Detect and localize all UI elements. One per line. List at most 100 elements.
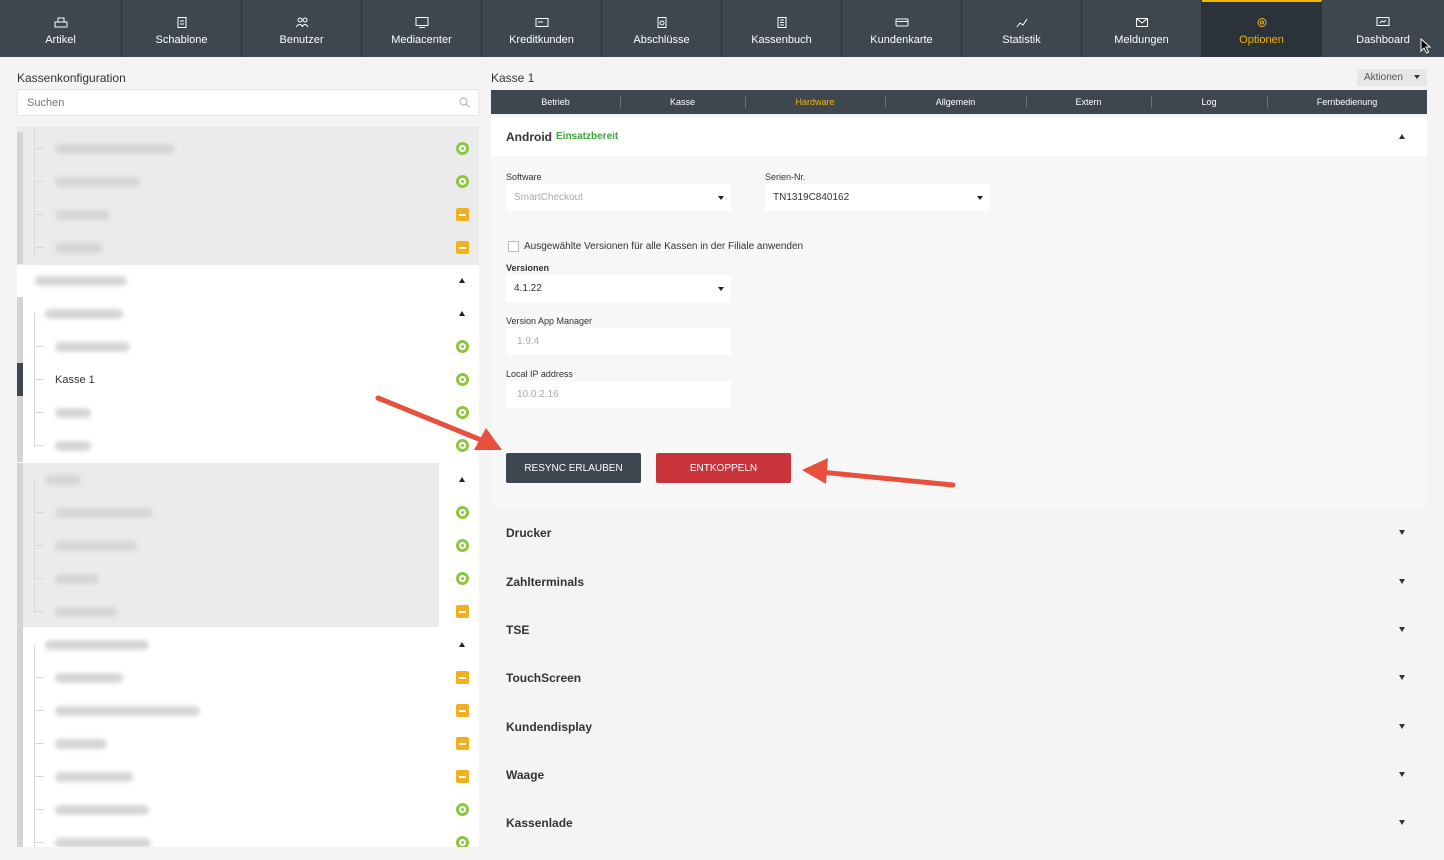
status-warning-icon	[456, 605, 469, 618]
tree-item-marker	[17, 628, 23, 661]
tree-item[interactable]	[17, 132, 479, 165]
nav-dashboard[interactable]: Dashboard	[1322, 0, 1444, 57]
software-select[interactable]: SmartCheckout	[506, 184, 731, 211]
monitor-icon	[415, 17, 428, 28]
section-tse[interactable]: TSE	[491, 610, 1427, 650]
tree-branch	[34, 346, 44, 347]
tree-item[interactable]	[17, 529, 479, 562]
tree-item-marker	[17, 132, 23, 165]
resync-allow-button[interactable]: RESYNC ERLAUBEN	[506, 453, 641, 483]
section-zahlterminals[interactable]: Zahlterminals	[491, 562, 1427, 602]
collapse-icon[interactable]	[459, 311, 465, 316]
search-input[interactable]	[18, 90, 448, 115]
redacted-label	[55, 540, 137, 551]
actions-label: Aktionen	[1364, 72, 1403, 83]
nav-benutzer[interactable]: Benutzer	[242, 0, 362, 57]
nav-abschluesse[interactable]: Abschlüsse	[602, 0, 722, 57]
tree-subgroup-header[interactable]	[17, 628, 479, 661]
android-section-header[interactable]: Android Einsatzbereit	[491, 117, 1427, 156]
tree-subgroup-header[interactable]	[17, 297, 479, 330]
tree-subgroup-header[interactable]	[17, 463, 479, 496]
tab-allgemein[interactable]: Allgemein	[885, 90, 1026, 114]
section-waage[interactable]: Waage	[491, 755, 1427, 795]
tree-branch	[34, 379, 44, 380]
nav-meldungen[interactable]: Meldungen	[1082, 0, 1202, 57]
nav-artikel[interactable]: Artikel	[0, 0, 122, 57]
section-header: Kundendisplay	[491, 707, 1427, 747]
chevron-down-icon	[1414, 75, 1420, 79]
tree-item[interactable]	[17, 330, 479, 363]
tree-group-header[interactable]	[17, 264, 479, 297]
tree-item[interactable]	[17, 826, 479, 847]
tab-label: Allgemein	[935, 97, 976, 107]
tree-branch	[34, 148, 44, 149]
status-ok-icon	[456, 506, 469, 519]
tab-extern[interactable]: Extern	[1026, 90, 1151, 114]
serial-select[interactable]: TN1319C840162	[765, 184, 990, 211]
actions-dropdown[interactable]: Aktionen	[1357, 69, 1427, 86]
tab-hardware[interactable]: Hardware	[745, 90, 885, 114]
redacted-label	[45, 308, 123, 319]
tree-item-marker	[17, 396, 23, 429]
tree-branch	[34, 214, 44, 215]
section-kundendisplay[interactable]: Kundendisplay	[491, 707, 1427, 747]
tree-branch	[34, 181, 44, 182]
nav-optionen[interactable]: Optionen	[1202, 0, 1322, 57]
tab-log[interactable]: Log	[1151, 90, 1267, 114]
nav-statistik[interactable]: Statistik	[962, 0, 1082, 57]
nav-kassenbuch[interactable]: Kassenbuch	[722, 0, 842, 57]
tree-item[interactable]	[17, 661, 479, 694]
section-kassenlade[interactable]: Kassenlade	[491, 803, 1427, 843]
section-touchscreen[interactable]: TouchScreen	[491, 658, 1427, 698]
versions-label: Versionen	[506, 263, 550, 273]
android-section-body: Software SmartCheckout Serien-Nr. TN1319…	[491, 156, 1427, 507]
android-section: Android Einsatzbereit Software SmartChec…	[491, 117, 1427, 507]
tree-item[interactable]	[17, 727, 479, 760]
tab-fernbedienung[interactable]: Fernbedienung	[1267, 90, 1427, 114]
tree-item[interactable]	[17, 595, 479, 628]
tree-item-marker	[17, 826, 23, 847]
register-title: Kasse 1	[491, 71, 535, 85]
decouple-button[interactable]: ENTKOPPELN	[656, 453, 791, 483]
tree-item[interactable]	[17, 231, 479, 264]
tree-item[interactable]	[17, 562, 479, 595]
tree-item[interactable]	[17, 793, 479, 826]
redacted-label	[55, 804, 149, 815]
ip-label: Local IP address	[506, 369, 573, 379]
apply-all-checkbox[interactable]	[508, 241, 519, 252]
tree-item-marker	[17, 529, 23, 562]
tree-item[interactable]	[17, 429, 479, 462]
status-warning-icon	[456, 770, 469, 783]
book-icon	[777, 17, 786, 28]
tree-item[interactable]	[17, 396, 479, 429]
tree-branch	[34, 412, 44, 413]
customer-card-icon	[895, 18, 908, 27]
tree-item[interactable]	[17, 760, 479, 793]
status-ok-icon	[456, 373, 469, 386]
nav-label: Benutzer	[279, 34, 324, 46]
redacted-label	[55, 143, 175, 154]
nav-schablone[interactable]: Schablone	[122, 0, 242, 57]
nav-label: Statistik	[1002, 34, 1041, 46]
tree-item-marker	[17, 165, 23, 198]
ip-value: 10.0.2.16	[517, 389, 559, 400]
tree-item[interactable]	[17, 496, 479, 529]
collapse-icon[interactable]	[459, 278, 465, 283]
nav-label: Mediacenter	[391, 34, 452, 46]
collapse-icon[interactable]	[459, 477, 465, 482]
tree-item[interactable]	[17, 165, 479, 198]
section-drucker[interactable]: Drucker	[491, 513, 1427, 553]
section-title: Kassenlade	[506, 816, 573, 830]
chevron-down-icon	[718, 287, 724, 291]
nav-mediacenter[interactable]: Mediacenter	[362, 0, 482, 57]
nav-kreditkunden[interactable]: Kreditkunden	[482, 0, 602, 57]
tree-item[interactable]	[17, 198, 479, 231]
chevron-down-icon	[1399, 772, 1405, 777]
nav-kundenkarte[interactable]: Kundenkarte	[842, 0, 962, 57]
tree-item[interactable]	[17, 694, 479, 727]
tab-betrieb[interactable]: Betrieb	[491, 90, 620, 114]
collapse-icon[interactable]	[459, 642, 465, 647]
tree-item-kasse-1[interactable]: Kasse 1	[17, 363, 479, 396]
tab-kasse[interactable]: Kasse	[620, 90, 745, 114]
versions-select[interactable]: 4.1.22	[506, 275, 731, 302]
